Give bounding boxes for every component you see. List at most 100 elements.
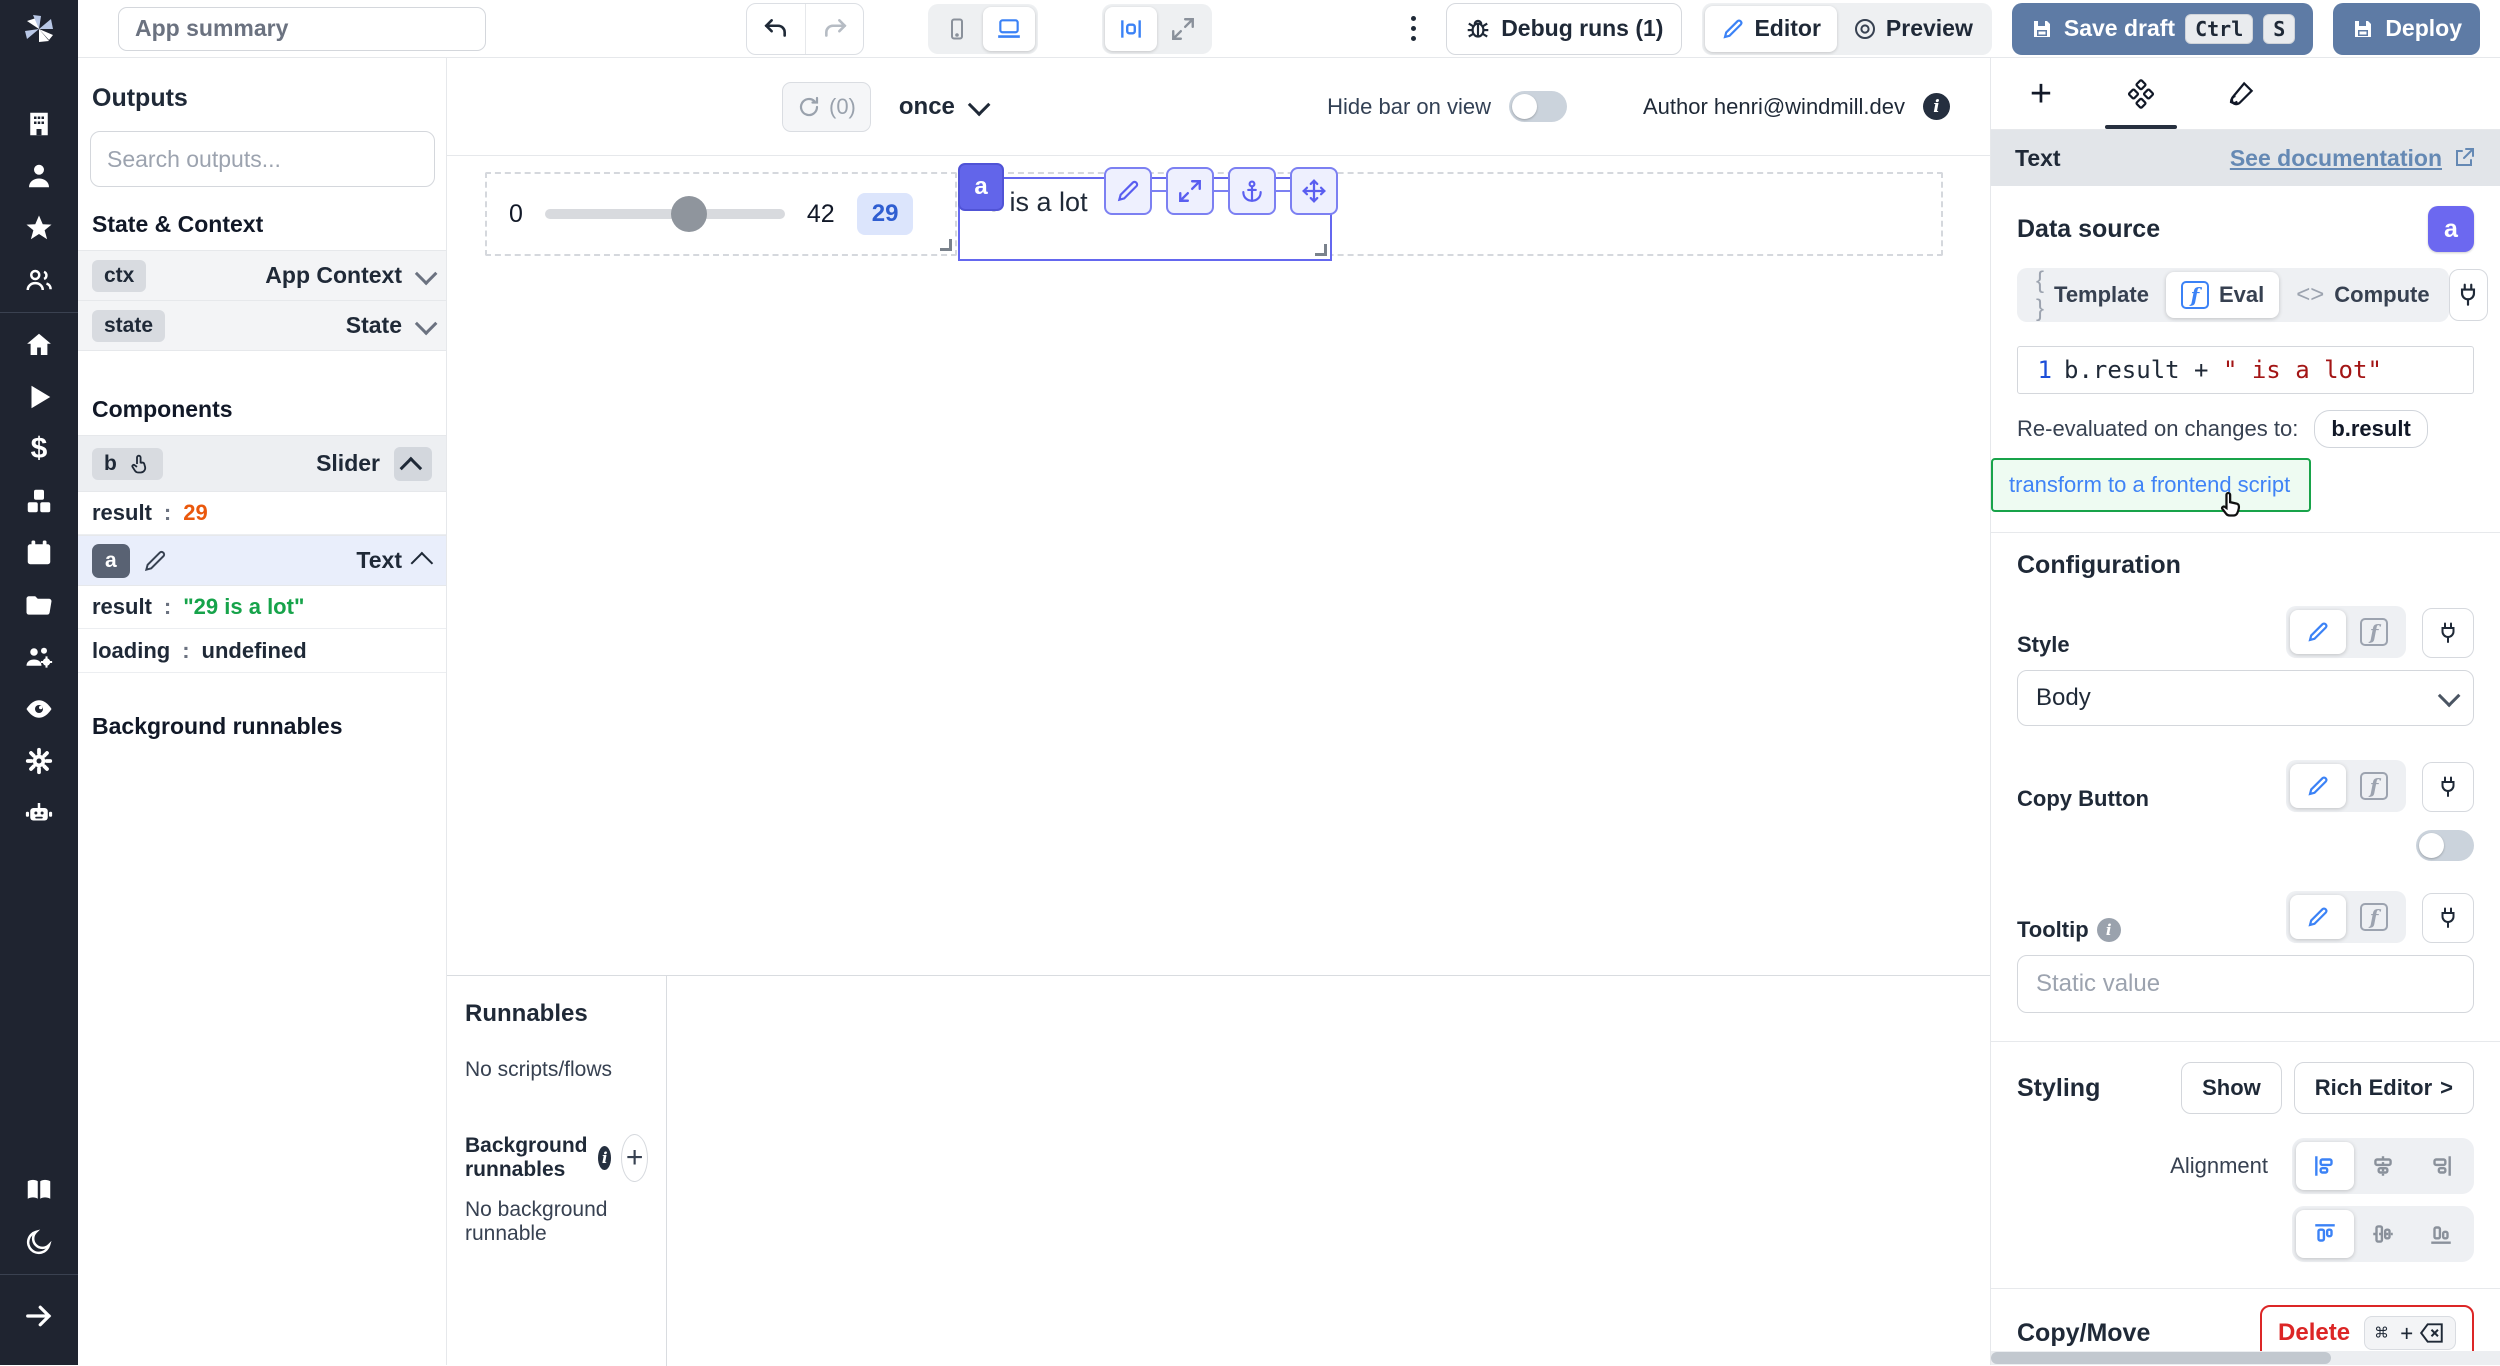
connect-input-button[interactable] xyxy=(2422,608,2474,658)
expand-component-button[interactable] xyxy=(1166,167,1214,215)
see-documentation-link[interactable]: See documentation xyxy=(2230,145,2476,172)
collapse-b-button[interactable] xyxy=(394,447,432,481)
sidebar-item-schedules[interactable] xyxy=(0,527,78,579)
tab-preview[interactable]: Preview xyxy=(1837,6,1989,52)
sidebar-item-ai[interactable] xyxy=(0,787,78,839)
resize-handle[interactable] xyxy=(1315,244,1327,256)
deploy-button[interactable]: Deploy xyxy=(2333,3,2480,55)
outputs-panel: Outputs State & Context ctx App Context … xyxy=(78,58,447,1365)
resize-handle[interactable] xyxy=(940,239,952,251)
slider-handle[interactable] xyxy=(671,196,707,232)
undo-button[interactable] xyxy=(747,4,805,54)
tab-compute[interactable]: <> Compute xyxy=(2281,272,2444,318)
sidebar-item-audit[interactable] xyxy=(0,683,78,735)
info-icon[interactable]: i xyxy=(1923,93,1950,120)
search-outputs-input[interactable] xyxy=(90,131,435,187)
component-a-loading-row[interactable]: loading : undefined xyxy=(78,629,446,673)
component-row-b[interactable]: b Slider xyxy=(78,435,446,492)
align-right-button[interactable] xyxy=(2412,1142,2470,1190)
chevron-up-icon[interactable] xyxy=(411,551,434,574)
horizontal-scrollbar[interactable] xyxy=(1991,1351,2500,1365)
tab-template[interactable]: { } Template xyxy=(2021,272,2164,318)
style-select[interactable]: Body xyxy=(2017,670,2474,726)
connect-input-button[interactable] xyxy=(2422,893,2474,943)
more-menu-button[interactable] xyxy=(1408,16,1418,41)
tab-component-settings[interactable] xyxy=(2091,58,2191,129)
sidebar-item-home[interactable] xyxy=(0,319,78,371)
add-background-runnable-button[interactable]: + xyxy=(621,1134,648,1182)
info-icon[interactable]: i xyxy=(2097,918,2121,942)
eval-code-editor[interactable]: 1 b.result + " is a lot" xyxy=(2017,346,2474,394)
tab-eval[interactable]: f Eval xyxy=(2166,272,2279,318)
sidebar-item-groups[interactable] xyxy=(0,254,78,306)
save-draft-button[interactable]: Save draft Ctrl S xyxy=(2012,3,2313,55)
output-row-state[interactable]: state State xyxy=(78,300,446,351)
eval-mode-button[interactable]: f xyxy=(2346,610,2402,654)
show-styling-button[interactable]: Show xyxy=(2181,1062,2282,1114)
component-b-result-row[interactable]: result : 29 xyxy=(78,491,446,535)
refresh-button[interactable]: (0) xyxy=(782,82,871,132)
static-mode-button[interactable] xyxy=(2290,610,2346,654)
connect-input-button[interactable] xyxy=(2422,762,2474,812)
chevron-down-icon[interactable] xyxy=(415,262,438,285)
sidebar-item-workspace[interactable] xyxy=(0,98,78,150)
text-component[interactable]: a 29 is a lot xyxy=(958,177,1332,261)
anchor-component-button[interactable] xyxy=(1228,167,1276,215)
sidebar-item-folders[interactable] xyxy=(0,579,78,631)
hide-bar-toggle[interactable] xyxy=(1509,91,1567,122)
tab-styling[interactable] xyxy=(2191,58,2291,129)
align-bottom-button[interactable] xyxy=(2412,1210,2470,1258)
dependency-pill[interactable]: b.result xyxy=(2314,410,2427,448)
align-center-h-button[interactable] xyxy=(2354,1142,2412,1190)
copy-button-toggle[interactable] xyxy=(2416,830,2474,861)
align-left-button[interactable] xyxy=(2296,1142,2354,1190)
tab-insert-component[interactable]: + xyxy=(1991,58,2091,129)
sidebar-item-workers[interactable] xyxy=(0,631,78,683)
sidebar-item-user[interactable] xyxy=(0,150,78,202)
desktop-view-button[interactable] xyxy=(983,7,1035,51)
output-row-ctx[interactable]: ctx App Context xyxy=(78,250,446,301)
sidebar-item-docs[interactable] xyxy=(0,1164,78,1216)
tooltip-input[interactable] xyxy=(2017,955,2474,1013)
tab-editor[interactable]: Editor xyxy=(1705,6,1836,52)
sidebar-item-resources[interactable] xyxy=(0,475,78,527)
sidebar-item-variables[interactable]: $ xyxy=(0,423,78,475)
align-top-button[interactable] xyxy=(2296,1210,2354,1258)
star-icon xyxy=(24,213,54,243)
refresh-mode-dropdown[interactable]: once xyxy=(899,93,985,121)
component-tag[interactable]: a xyxy=(958,163,1004,211)
transform-frontend-script-link[interactable]: transform to a frontend script xyxy=(2009,472,2290,497)
sidebar-item-settings[interactable] xyxy=(0,735,78,787)
static-mode-button[interactable] xyxy=(2290,764,2346,808)
folder-icon xyxy=(24,590,54,620)
center-align-button[interactable] xyxy=(1105,7,1157,51)
rich-editor-button[interactable]: Rich Editor > xyxy=(2294,1062,2474,1114)
sidebar-item-darkmode[interactable] xyxy=(0,1216,78,1268)
connect-input-button[interactable] xyxy=(2449,269,2488,321)
outputs-title: Outputs xyxy=(78,58,446,131)
eval-mode-button[interactable]: f xyxy=(2346,895,2402,939)
edit-component-button[interactable] xyxy=(1104,167,1152,215)
windmill-logo[interactable] xyxy=(0,0,78,58)
move-component-button[interactable] xyxy=(1290,167,1338,215)
slider-component-cell[interactable]: 0 42 29 xyxy=(485,172,957,256)
align-center-v-button[interactable] xyxy=(2354,1210,2412,1258)
text-component-cell[interactable]: a 29 is a lot xyxy=(958,172,1943,256)
debug-runs-button[interactable]: Debug runs (1) xyxy=(1446,3,1682,55)
sidebar-item-runs[interactable] xyxy=(0,371,78,423)
static-mode-button[interactable] xyxy=(2290,895,2346,939)
component-a-result-row[interactable]: result : "29 is a lot" xyxy=(78,585,446,629)
eval-mode-button[interactable]: f xyxy=(2346,764,2402,808)
app-summary-input[interactable] xyxy=(118,7,486,51)
chevron-down-icon[interactable] xyxy=(415,312,438,335)
fullwidth-button[interactable] xyxy=(1157,7,1209,51)
info-icon[interactable]: i xyxy=(598,1146,611,1170)
slider-track[interactable] xyxy=(545,209,785,219)
pencil-icon[interactable] xyxy=(142,548,168,574)
app-canvas[interactable]: 0 42 29 a 29 is a lot xyxy=(447,156,1990,975)
sidebar-item-favorites[interactable] xyxy=(0,202,78,254)
component-row-a[interactable]: a Text xyxy=(78,535,446,586)
redo-button[interactable] xyxy=(805,4,863,54)
mobile-view-button[interactable] xyxy=(931,7,983,51)
sidebar-item-expand[interactable] xyxy=(0,1281,78,1351)
